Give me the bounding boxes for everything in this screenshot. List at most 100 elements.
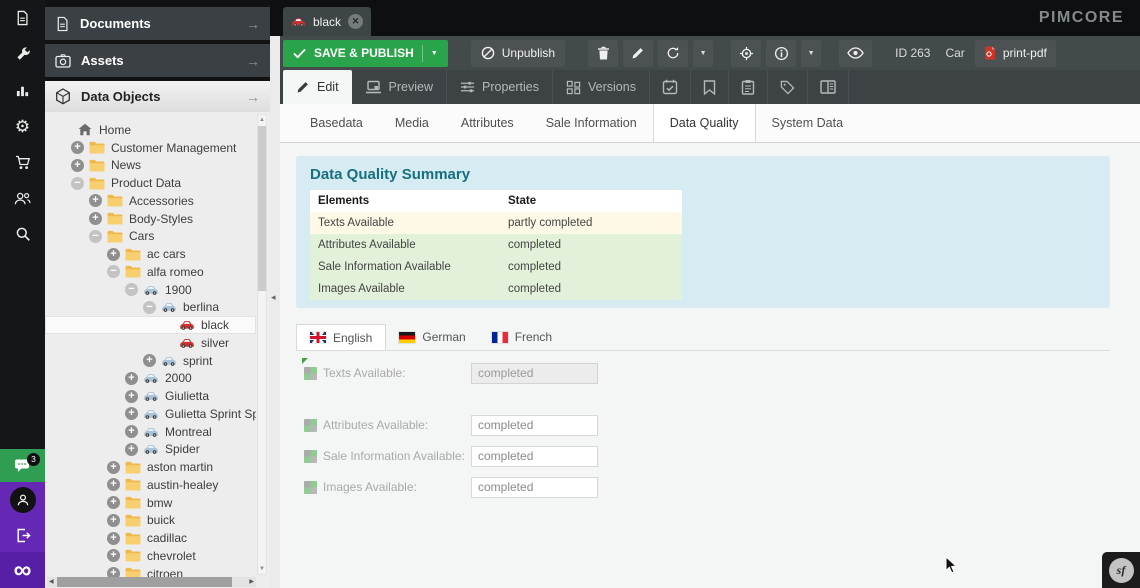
tree-expander-minus-icon[interactable]: − (125, 283, 138, 296)
tab-attributes[interactable]: Attributes (445, 104, 530, 142)
tree-expander-plus-icon[interactable]: + (107, 478, 120, 491)
tree-item-body-styles[interactable]: +Body-Styles (45, 210, 256, 228)
tab-properties[interactable]: Properties (447, 70, 553, 104)
ecommerce-cart-icon[interactable] (0, 144, 45, 180)
accordion-data-objects[interactable]: Data Objects → (45, 81, 270, 112)
tree-expander-plus-icon[interactable]: + (107, 532, 120, 545)
tree-item-aston-martin[interactable]: +aston martin (45, 458, 256, 476)
tree-expander-plus-icon[interactable]: + (107, 514, 120, 527)
tree-item-chevrolet[interactable]: +chevrolet (45, 547, 256, 565)
tree-item-news[interactable]: +News (45, 157, 256, 175)
tab-black-object[interactable]: black ✕ (283, 7, 371, 36)
tree-item-customer-management[interactable]: +Customer Management (45, 139, 256, 157)
customers-users-icon[interactable] (0, 180, 45, 216)
horizontal-scroll-thumb[interactable] (57, 577, 232, 587)
logout-icon[interactable] (0, 518, 45, 552)
tab-sale-information[interactable]: Sale Information (530, 104, 653, 142)
info-dropdown[interactable]: ▼ (801, 40, 821, 67)
tree-expander-plus-icon[interactable]: + (143, 354, 156, 367)
search-icon[interactable] (0, 216, 45, 252)
symfony-debug-toolbar-button[interactable]: sf (1102, 552, 1140, 588)
tree-expander-plus-icon[interactable]: + (125, 407, 138, 420)
tree-item-2000[interactable]: +2000 (45, 370, 256, 388)
tree-expander-plus-icon[interactable]: + (125, 443, 138, 456)
tab-basedata[interactable]: Basedata (294, 104, 379, 142)
reports-chart-icon[interactable] (0, 72, 45, 108)
tab-language-german[interactable]: German (386, 324, 478, 350)
tree-expander-minus-icon[interactable]: − (143, 301, 156, 314)
tab-notes[interactable] (691, 70, 729, 104)
tree-expander-plus-icon[interactable]: + (125, 390, 138, 403)
tree-item-buick[interactable]: +buick (45, 512, 256, 530)
scroll-up-icon[interactable]: ▲ (258, 117, 266, 123)
tree-item-product-data[interactable]: −Product Data (45, 174, 256, 192)
tree-expander-plus-icon[interactable]: + (107, 496, 120, 509)
tree-item-silver[interactable]: silver (45, 334, 256, 352)
rename-button[interactable] (623, 40, 653, 67)
texts-available-input[interactable] (471, 363, 598, 384)
tools-wrench-icon[interactable] (0, 36, 45, 72)
scroll-left-icon[interactable]: ◀ (49, 577, 54, 587)
accordion-assets[interactable]: Assets → (45, 44, 270, 77)
tree-expander-plus-icon[interactable]: + (125, 425, 138, 438)
tree-horizontal-scrollbar[interactable]: ◀ ▶ (47, 577, 256, 587)
tree-expander-plus-icon[interactable]: + (107, 549, 120, 562)
tree-expander-minus-icon[interactable]: − (71, 177, 84, 190)
unpublish-button[interactable]: Unpublish (471, 40, 565, 67)
tree-item-home[interactable]: Home (45, 121, 256, 139)
tree-item-montreal[interactable]: +Montreal (45, 423, 256, 441)
tree-expander-plus-icon[interactable]: + (71, 141, 84, 154)
delete-button[interactable] (588, 40, 618, 67)
tree-expander-plus-icon[interactable]: + (89, 194, 102, 207)
locate-in-tree-button[interactable] (731, 40, 761, 67)
tree-expander-plus-icon[interactable]: + (125, 372, 138, 385)
tab-preview[interactable]: Preview (352, 70, 447, 104)
tab-data-quality[interactable]: Data Quality (653, 104, 756, 142)
tree-expander-plus-icon[interactable]: + (107, 461, 120, 474)
tree-item-black[interactable]: black (45, 316, 256, 334)
file-icon[interactable] (0, 0, 45, 36)
tree-item-bmw[interactable]: +bmw (45, 494, 256, 512)
print-pdf-button[interactable]: print-pdf (975, 40, 1056, 67)
chevron-down-icon[interactable]: ▼ (431, 50, 438, 57)
tree-expander-minus-icon[interactable]: − (89, 230, 102, 243)
tab-system-data[interactable]: System Data (756, 104, 860, 142)
tree-item-alfa-romeo[interactable]: −alfa romeo (45, 263, 256, 281)
tab-scheduled-tasks[interactable] (650, 70, 691, 104)
tree-vertical-scrollbar[interactable]: ▲ ▼ (257, 114, 267, 575)
scroll-down-icon[interactable]: ▼ (258, 566, 266, 572)
collapse-panel-icon[interactable]: ◂ (271, 292, 276, 303)
accordion-documents[interactable]: Documents → (45, 7, 270, 40)
tab-media[interactable]: Media (379, 104, 445, 142)
panel-splitter[interactable]: ◂ (270, 36, 280, 588)
tree-item-ac-cars[interactable]: +ac cars (45, 245, 256, 263)
pimcore-infinity-logo[interactable]: ∞ (0, 552, 45, 588)
reload-button[interactable] (658, 40, 688, 67)
attributes-available-input[interactable] (471, 415, 598, 436)
open-preview-button[interactable] (839, 40, 872, 67)
tree-item-giulietta[interactable]: +Giulietta (45, 387, 256, 405)
tree-item-1900[interactable]: −1900 (45, 281, 256, 299)
vertical-scroll-thumb[interactable] (258, 126, 266, 291)
tree-item-cars[interactable]: −Cars (45, 228, 256, 246)
tree-item-berlina[interactable]: −berlina (45, 299, 256, 317)
tab-language-english[interactable]: English (296, 324, 386, 350)
tree-item-cadillac[interactable]: +cadillac (45, 529, 256, 547)
tab-app-view[interactable] (808, 70, 849, 104)
tree-item-spider[interactable]: +Spider (45, 441, 256, 459)
tab-tags[interactable] (768, 70, 808, 104)
tree-expander-plus-icon[interactable]: + (107, 248, 120, 261)
reload-dropdown[interactable]: ▼ (693, 40, 713, 67)
tree-expander-plus-icon[interactable]: + (89, 212, 102, 225)
user-avatar[interactable] (0, 482, 45, 518)
tree-expander-minus-icon[interactable]: − (107, 265, 120, 278)
scroll-right-icon[interactable]: ▶ (249, 577, 254, 587)
settings-gear-icon[interactable]: ⚙ (0, 108, 45, 144)
sale-information-available-input[interactable] (471, 446, 598, 467)
tab-language-french[interactable]: French (479, 324, 565, 350)
tree-item-sprint[interactable]: +sprint (45, 352, 256, 370)
info-button[interactable] (766, 40, 796, 67)
tab-events[interactable] (729, 70, 768, 104)
tree-item-gulietta-sprint-speciale[interactable]: +Gulietta Sprint Specia (45, 405, 256, 423)
tab-close-icon[interactable]: ✕ (348, 14, 363, 29)
